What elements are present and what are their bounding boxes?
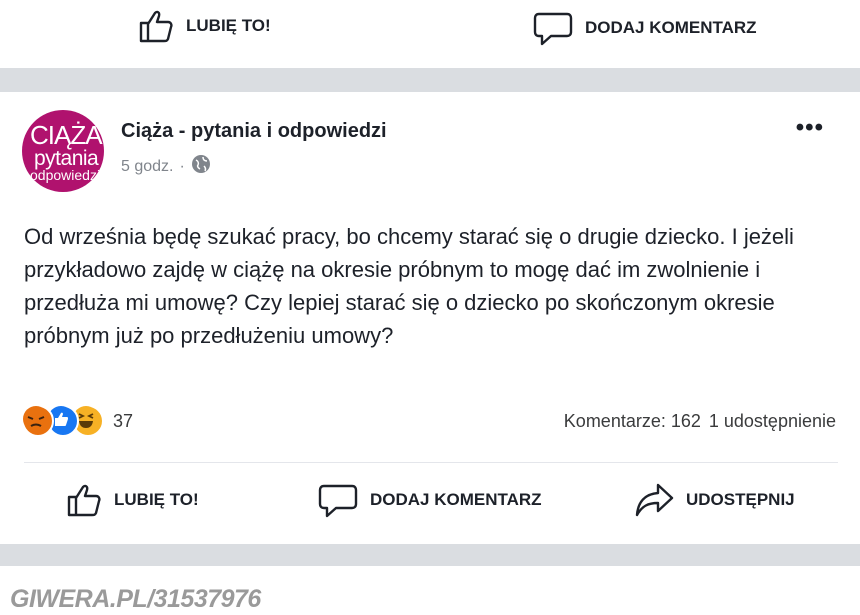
like-label-top: LUBIĘ TO! bbox=[186, 16, 271, 35]
feed-separator-bottom bbox=[0, 544, 860, 566]
page-name-link[interactable]: Ciąża - pytania i odpowiedzi bbox=[121, 120, 387, 143]
post-meta: 5 godz. · bbox=[121, 154, 211, 179]
reactions-summary[interactable]: 37 bbox=[22, 405, 133, 437]
shares-count[interactable]: 1 udostępnienie bbox=[709, 411, 836, 432]
post-text: Od września będę szukać pracy, bo chcemy… bbox=[24, 224, 794, 348]
feed-separator bbox=[0, 68, 860, 92]
like-button[interactable]: LUBIĘ TO! bbox=[66, 482, 199, 518]
post-time[interactable]: 5 godz. bbox=[121, 158, 173, 176]
previous-post-actions: LUBIĘ TO! DODAJ KOMENTARZ bbox=[0, 0, 860, 62]
globe-icon bbox=[191, 154, 211, 179]
comment-icon bbox=[318, 480, 358, 520]
comment-label: DODAJ KOMENTARZ bbox=[370, 490, 542, 509]
avatar-text-2: pytania bbox=[34, 147, 99, 170]
like-button-top[interactable]: LUBIĘ TO! bbox=[138, 8, 271, 44]
page-avatar[interactable]: CIĄŻA pytania odpowiedzi bbox=[22, 110, 104, 192]
post-stats: Komentarze: 162 1 udostępnienie bbox=[564, 411, 836, 432]
avatar-text-3: odpowiedzi bbox=[30, 167, 101, 183]
avatar-text-1: CIĄŻA bbox=[30, 120, 103, 150]
meta-dot: · bbox=[179, 157, 185, 175]
thumbs-up-icon bbox=[66, 482, 102, 518]
share-button[interactable]: UDOSTĘPNIJ bbox=[634, 482, 795, 518]
share-icon bbox=[634, 482, 674, 518]
reactions-count: 37 bbox=[113, 410, 134, 431]
more-options-button[interactable]: ••• bbox=[796, 114, 824, 142]
comment-icon bbox=[533, 8, 573, 48]
comment-button[interactable]: DODAJ KOMENTARZ bbox=[318, 480, 542, 520]
actions-divider bbox=[24, 462, 838, 463]
comment-button-top[interactable]: DODAJ KOMENTARZ bbox=[533, 8, 757, 48]
like-label: LUBIĘ TO! bbox=[114, 490, 199, 509]
watermark: GIWERA.PL/31537976 bbox=[10, 585, 261, 613]
share-label: UDOSTĘPNIJ bbox=[686, 490, 795, 509]
post-card: CIĄŻA pytania odpowiedzi Ciąża - pytania… bbox=[0, 92, 860, 544]
thumbs-up-icon bbox=[138, 8, 174, 44]
comments-count[interactable]: Komentarze: 162 bbox=[564, 411, 701, 432]
comment-label-top: DODAJ KOMENTARZ bbox=[585, 18, 757, 37]
angry-icon bbox=[22, 405, 54, 437]
